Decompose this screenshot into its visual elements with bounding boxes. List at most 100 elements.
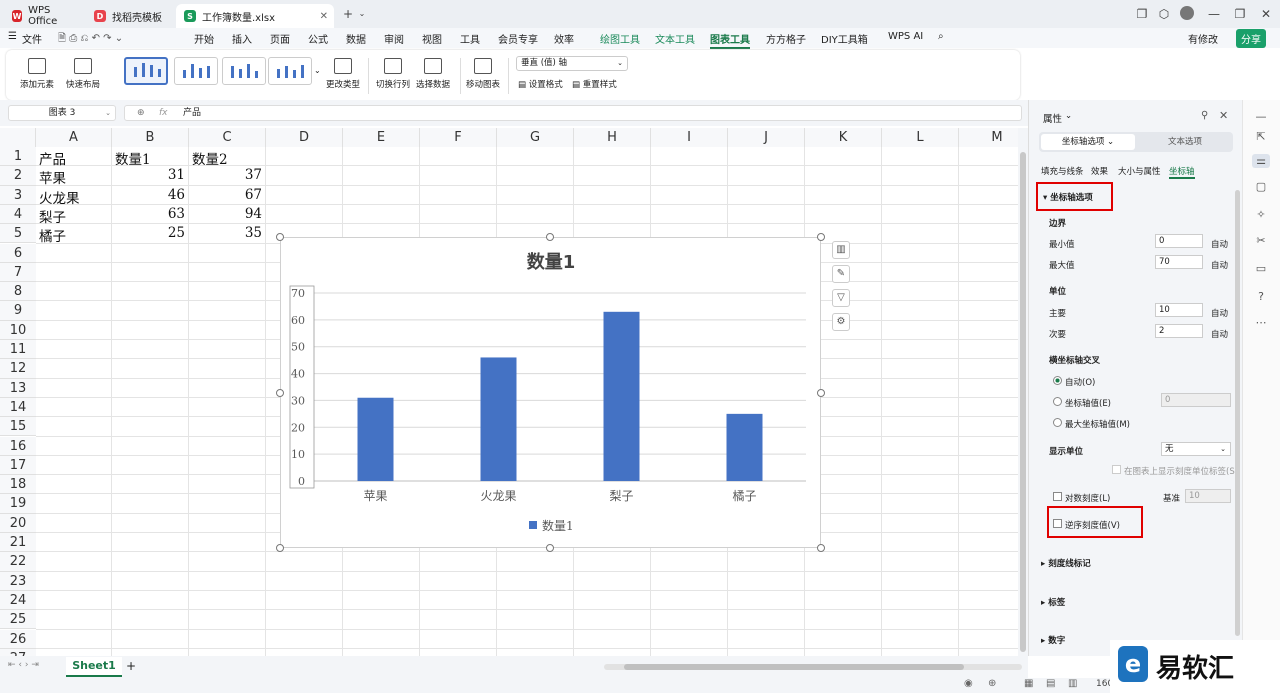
radio-cross-auto[interactable] xyxy=(1053,376,1062,385)
row-header[interactable]: 16 xyxy=(0,436,36,456)
chart-title[interactable]: 数量1 xyxy=(527,251,576,273)
row-header[interactable]: 12 xyxy=(0,359,36,379)
row-header[interactable]: 13 xyxy=(0,378,36,398)
add-sheet-button[interactable]: + xyxy=(126,659,136,673)
pin-icon[interactable]: ⚲ xyxy=(1201,110,1208,121)
cell[interactable]: 梨子 xyxy=(39,206,66,226)
radio-cross-value[interactable] xyxy=(1053,397,1062,406)
major-input[interactable]: 10 xyxy=(1155,303,1203,317)
menu-tools[interactable]: 工具 xyxy=(460,31,480,46)
menu-file[interactable]: 文件 xyxy=(22,31,42,46)
column-header[interactable]: K xyxy=(805,128,882,147)
major-auto-label[interactable]: 自动 xyxy=(1211,307,1228,319)
has-edit-label[interactable]: 有修改 xyxy=(1188,31,1218,46)
axis-select-dropdown[interactable]: 垂直 (值) 轴 ⌄ xyxy=(516,56,628,71)
minor-input[interactable]: 2 xyxy=(1155,324,1203,338)
magic-icon[interactable]: ✧ xyxy=(1254,208,1268,222)
menu-home[interactable]: 开始 xyxy=(194,31,214,46)
select-data-button[interactable]: 选择数据 xyxy=(416,58,450,90)
chart[interactable]: 数量1 0 10 20 30 40 50 60 70 苹果 火龙果 梨子 橘子 数量1 xyxy=(280,237,821,548)
help-icon[interactable]: ? xyxy=(1254,290,1268,304)
row-header[interactable]: 2 xyxy=(0,166,36,186)
normal-view-icon[interactable]: ▦ xyxy=(1024,678,1033,689)
chevron-down-icon[interactable]: ⌄ xyxy=(354,6,370,22)
row-header[interactable]: 1 xyxy=(0,147,36,167)
move-chart-button[interactable]: 移动图表 xyxy=(466,58,500,90)
more-icon[interactable]: ⋯ xyxy=(1254,316,1268,330)
column-header[interactable]: E xyxy=(343,128,420,147)
menu-icon[interactable]: ☰ xyxy=(8,31,17,42)
section-labels[interactable]: ▸ 标签 xyxy=(1041,596,1065,608)
row-header[interactable]: 24 xyxy=(0,590,36,611)
column-header[interactable]: C xyxy=(189,128,266,147)
row-header[interactable]: 5 xyxy=(0,224,36,244)
cell[interactable]: 31 xyxy=(112,167,185,183)
properties-icon[interactable]: ⚌ xyxy=(1252,154,1270,168)
tab-text-options[interactable]: 文本选项 xyxy=(1139,134,1231,150)
cell[interactable]: 94 xyxy=(189,206,262,222)
search-icon[interactable]: ⌕ xyxy=(938,31,944,42)
row-header[interactable]: 8 xyxy=(0,282,36,302)
chart-style-brush-icon[interactable]: ✎ xyxy=(832,265,850,283)
resize-handle[interactable] xyxy=(276,233,284,241)
column-header[interactable]: D xyxy=(266,128,343,147)
sheet-tab-sheet1[interactable]: Sheet1 xyxy=(66,657,122,677)
row-header[interactable]: 7 xyxy=(0,262,36,283)
add-element-button[interactable]: 添加元素 xyxy=(20,58,54,90)
row-header[interactable]: 20 xyxy=(0,513,36,533)
cell[interactable]: 苹果 xyxy=(39,167,66,187)
cursor-icon[interactable]: ⇱ xyxy=(1254,130,1268,144)
legend-label[interactable]: 数量1 xyxy=(542,518,574,533)
scroll-thumb[interactable] xyxy=(624,664,964,670)
column-header[interactable]: F xyxy=(420,128,497,147)
break-view-icon[interactable]: ▥ xyxy=(1068,678,1077,689)
menu-diy[interactable]: DIY工具箱 xyxy=(821,31,868,46)
page-view-icon[interactable]: ▤ xyxy=(1046,678,1055,689)
radio-cross-max[interactable] xyxy=(1053,418,1062,427)
menu-insert[interactable]: 插入 xyxy=(232,31,252,46)
row-header[interactable]: 18 xyxy=(0,475,36,495)
bar[interactable] xyxy=(603,311,640,481)
menu-data[interactable]: 数据 xyxy=(346,31,366,46)
subtab-effects[interactable]: 效果 xyxy=(1091,165,1108,177)
menu-ffgz[interactable]: 方方格子 xyxy=(766,31,806,46)
column-header[interactable]: H xyxy=(574,128,651,147)
select-all-corner[interactable] xyxy=(0,128,36,147)
minimize-icon[interactable]: — xyxy=(1206,6,1222,22)
chart-style-1[interactable] xyxy=(124,57,168,85)
menu-chart-tools[interactable]: 图表工具 xyxy=(710,31,750,49)
cell[interactable]: 63 xyxy=(112,206,185,222)
resize-handle[interactable] xyxy=(276,544,284,552)
quick-layout-button[interactable]: 快速布局 xyxy=(66,58,100,90)
more-styles-icon[interactable]: ⌄ xyxy=(314,66,321,75)
subtab-axis[interactable]: 坐标轴 xyxy=(1169,165,1195,179)
cell[interactable]: 橘子 xyxy=(39,225,66,245)
cube-icon[interactable]: ⬡ xyxy=(1156,6,1172,22)
resize-handle[interactable] xyxy=(546,544,554,552)
column-header[interactable]: I xyxy=(651,128,728,147)
menu-wps-ai[interactable]: WPS AI xyxy=(888,31,923,42)
subtab-size-props[interactable]: 大小与属性 xyxy=(1118,165,1161,177)
share-button[interactable]: 分享 xyxy=(1236,29,1266,48)
resize-handle[interactable] xyxy=(817,544,825,552)
max-input[interactable]: 70 xyxy=(1155,255,1203,269)
row-header[interactable]: 25 xyxy=(0,610,36,630)
eye-icon[interactable]: ◉ xyxy=(964,678,973,689)
resize-handle[interactable] xyxy=(817,389,825,397)
cross-value-label[interactable]: 坐标轴值(E) xyxy=(1065,397,1111,409)
shape-icon[interactable]: ▢ xyxy=(1254,180,1268,194)
panel-title[interactable]: 属性 xyxy=(1043,111,1062,125)
bar[interactable] xyxy=(357,397,394,481)
tab-axis-options[interactable]: 坐标轴选项 ⌄ xyxy=(1041,134,1135,150)
show-units-checkbox[interactable] xyxy=(1112,465,1121,474)
bar[interactable] xyxy=(726,413,763,481)
resize-handle[interactable] xyxy=(817,233,825,241)
cell[interactable]: 25 xyxy=(112,225,185,241)
row-header[interactable]: 4 xyxy=(0,204,36,225)
set-format-button[interactable]: ▤ 设置格式 xyxy=(518,78,563,90)
menu-member[interactable]: 会员专享 xyxy=(498,31,538,46)
minor-auto-label[interactable]: 自动 xyxy=(1211,328,1228,340)
min-auto-label[interactable]: 自动 xyxy=(1211,238,1228,250)
close-icon[interactable]: ✕ xyxy=(1258,6,1274,22)
row-header[interactable]: 14 xyxy=(0,397,36,418)
